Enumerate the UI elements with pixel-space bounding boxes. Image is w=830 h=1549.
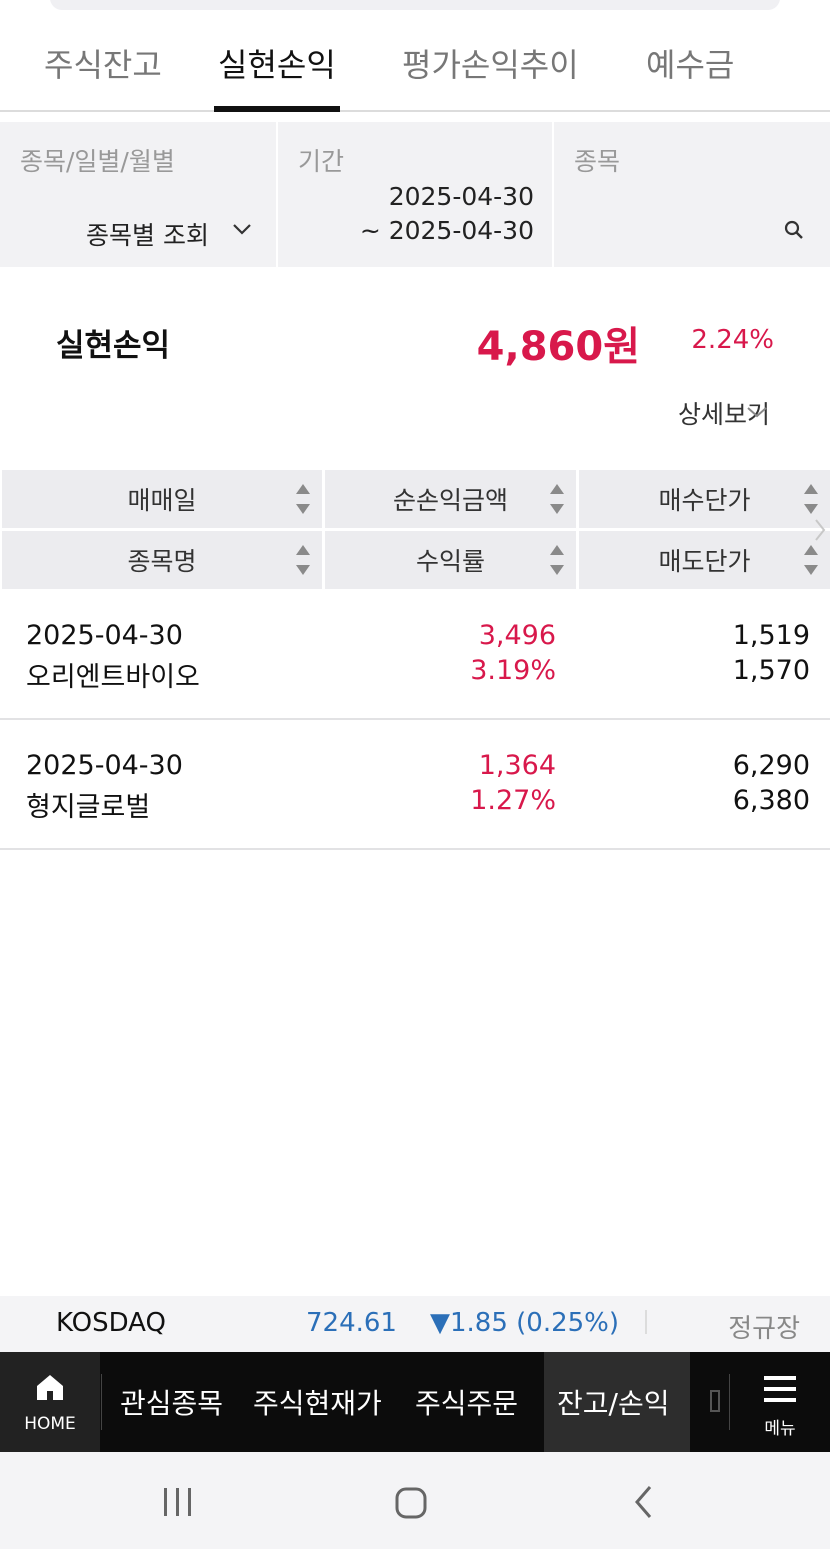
table-header: 매매일 순손익금액 매수단가 종목명 수익률 매도단가 (0, 470, 830, 590)
tab-realized-profit[interactable]: 실현손익 (214, 40, 340, 112)
hamburger-icon (764, 1376, 796, 1402)
sort-icon (550, 484, 564, 514)
ticker-session: 정규장 (728, 1314, 800, 1344)
header-trade-date-label: 매매일 (127, 486, 197, 515)
trade-date: 2025-04-30 (26, 750, 183, 781)
net-profit: 1,364 (478, 750, 556, 781)
sort-icon (804, 484, 818, 514)
recent-apps-icon[interactable] (160, 1486, 196, 1518)
table-row[interactable]: 2025-04-30 형지글로벌 1,364 1.27% 6,290 6,380 (0, 720, 830, 850)
type-filter-value: 종목별 조회 (86, 221, 209, 250)
net-profit: 3,496 (478, 620, 556, 651)
ticker-price: 724.61 (306, 1308, 397, 1338)
summary-rate: 2.24% (691, 325, 774, 355)
nav-current-price[interactable]: 주식현재가 (253, 1382, 382, 1422)
nav-balance-profit[interactable]: 잔고/손익 (557, 1382, 669, 1422)
return-rate: 3.19% (470, 655, 556, 686)
period-start: 2025-04-30 (388, 182, 534, 211)
home-circle-icon[interactable] (394, 1486, 428, 1520)
nav-watchlist[interactable]: 관심종목 (120, 1382, 223, 1422)
header-buy-price-label: 매수단가 (658, 486, 751, 515)
header-net-profit[interactable]: 순손익금액 (325, 470, 576, 528)
search-icon[interactable] (784, 220, 804, 240)
header-trade-date[interactable]: 매매일 (2, 470, 322, 528)
top-search-bar[interactable] (50, 0, 780, 10)
system-nav-bar (0, 1452, 830, 1549)
sort-icon (804, 545, 818, 575)
stock-filter[interactable]: 종목 (554, 122, 830, 267)
market-ticker[interactable]: KOSDAQ 724.61 ▼1.85 (0.25%) 정규장 (0, 1296, 830, 1352)
home-icon (37, 1375, 63, 1400)
nav-menu-button[interactable]: 메뉴 (730, 1352, 830, 1452)
buy-price: 1,519 (732, 620, 810, 651)
period-filter[interactable]: 기간 2025-04-30 ~ 2025-04-30 (278, 122, 552, 267)
ticker-divider (645, 1310, 647, 1334)
tab-bar: 주식잔고 실현손익 평가손익추이 예수금 (0, 30, 830, 112)
header-stock-name-label: 종목명 (127, 547, 197, 576)
sell-price: 1,570 (732, 655, 810, 686)
nav-order[interactable]: 주식주문 (415, 1382, 518, 1422)
header-buy-price[interactable]: 매수단가 (579, 470, 830, 528)
stock-name: 형지글로벌 (26, 792, 151, 823)
tab-valuation-trend[interactable]: 평가손익추이 (402, 40, 579, 110)
header-stock-name[interactable]: 종목명 (2, 531, 322, 589)
ticker-change: ▼1.85 (0.25%) (430, 1308, 620, 1338)
sell-price: 6,380 (732, 785, 810, 816)
nav-menu-label: 메뉴 (764, 1419, 796, 1439)
trade-date: 2025-04-30 (26, 620, 183, 651)
summary-label: 실현손익 (56, 328, 171, 364)
summary-amount: 4,860원 (476, 324, 640, 370)
header-sell-price[interactable]: 매도단가 (579, 531, 830, 589)
sort-icon (550, 545, 564, 575)
sort-icon (296, 484, 310, 514)
header-return-rate[interactable]: 수익률 (325, 531, 576, 589)
stock-name: 오리엔트바이오 (26, 662, 200, 693)
buy-price: 6,290 (732, 750, 810, 781)
overflow-icon (710, 1390, 720, 1412)
ticker-name: KOSDAQ (56, 1308, 166, 1338)
nav-home-button[interactable]: HOME (0, 1352, 100, 1452)
header-sell-price-label: 매도단가 (658, 547, 751, 576)
return-rate: 1.27% (470, 785, 556, 816)
period-end: ~ 2025-04-30 (359, 216, 534, 245)
bottom-nav: HOME 관심종목 주식현재가 주식주문 잔고/손익 메뉴 (0, 1352, 830, 1452)
tab-stock-balance[interactable]: 주식잔고 (44, 40, 162, 110)
table-row[interactable]: 2025-04-30 오리엔트바이오 3,496 3.19% 1,519 1,5… (0, 590, 830, 720)
header-return-rate-label: 수익률 (415, 547, 485, 576)
filter-panel: 종목/일별/월별 종목별 조회 기간 2025-04-30 ~ 2025-04-… (0, 122, 830, 267)
period-label: 기간 (298, 147, 345, 176)
sort-icon (296, 545, 310, 575)
header-net-profit-label: 순손익금액 (392, 486, 508, 515)
chevron-down-icon (233, 224, 251, 235)
stock-filter-label: 종목 (574, 147, 621, 176)
chevron-right-icon[interactable] (814, 518, 826, 542)
nav-home-label: HOME (24, 1414, 76, 1434)
tab-deposit[interactable]: 예수금 (646, 40, 734, 110)
type-filter[interactable]: 종목/일별/월별 종목별 조회 (0, 122, 276, 267)
chevron-down-icon (747, 407, 767, 418)
back-icon[interactable] (632, 1484, 656, 1520)
type-filter-label: 종목/일별/월별 (20, 147, 175, 176)
